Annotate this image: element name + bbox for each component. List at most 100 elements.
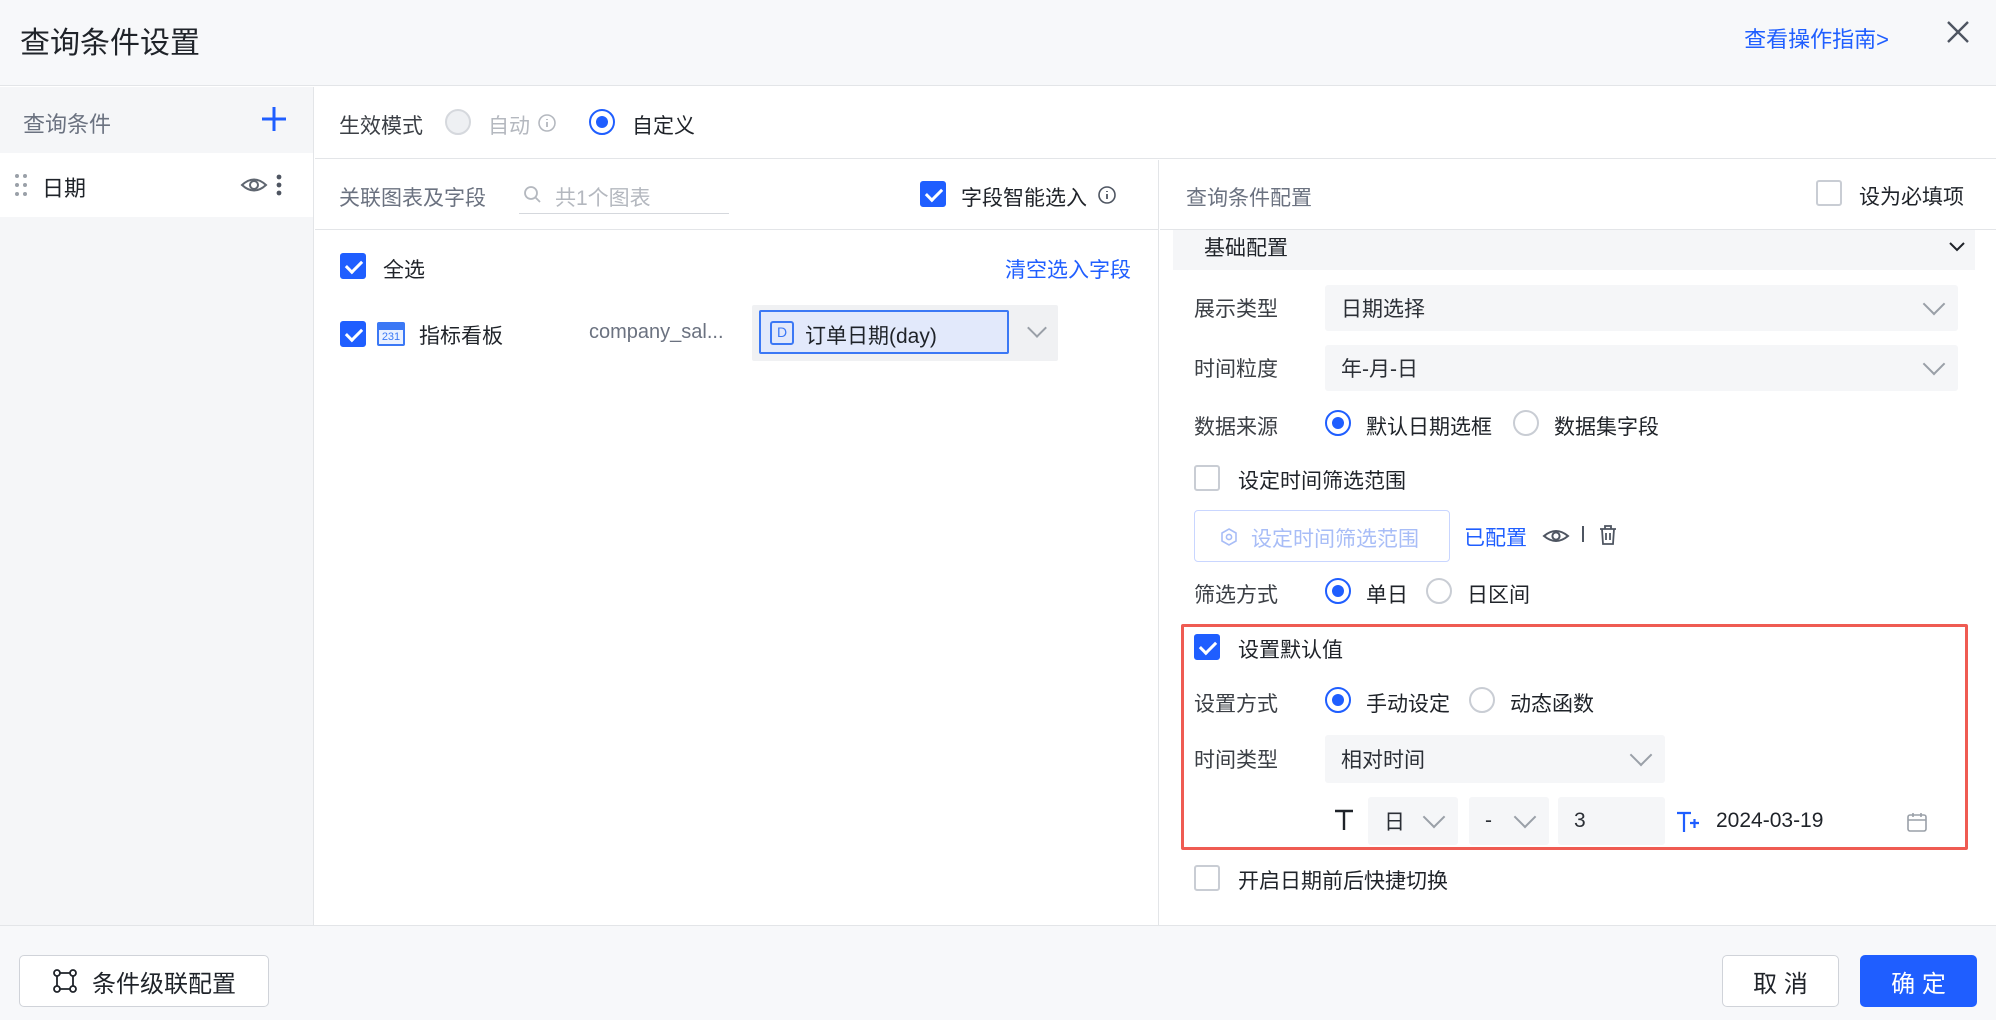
smart-select-checkbox[interactable] xyxy=(920,181,946,207)
close-icon[interactable] xyxy=(1940,14,1976,50)
data-source-label: 数据来源 xyxy=(1194,416,1278,439)
filter-date-range-label: 日区间 xyxy=(1467,584,1530,607)
configured-link[interactable]: 已配置 xyxy=(1464,522,1527,552)
set-mode-dynamic-radio[interactable] xyxy=(1469,687,1495,713)
quick-switch-label: 开启日期前后快捷切换 xyxy=(1238,870,1448,893)
source-dataset-label: 数据集字段 xyxy=(1554,416,1659,439)
filter-single-day-label: 单日 xyxy=(1366,584,1408,607)
linked-charts-heading: 关联图表及字段 xyxy=(339,187,486,210)
select-all-checkbox[interactable] xyxy=(340,253,366,279)
set-time-range-button[interactable]: 设定时间筛选范围 xyxy=(1194,510,1450,562)
drag-handle-icon[interactable] xyxy=(14,172,28,198)
selected-field-tag[interactable]: D 订单日期(day) xyxy=(759,310,1009,354)
eye-icon[interactable] xyxy=(240,173,268,197)
chart-search-input[interactable]: 共1个图表 xyxy=(519,174,729,214)
cascade-config-button[interactable]: 条件级联配置 xyxy=(19,955,269,1007)
basic-config-section[interactable]: 基础配置 xyxy=(1173,230,1975,270)
add-condition-icon[interactable] xyxy=(258,103,290,135)
chevron-down-icon[interactable] xyxy=(1948,240,1966,254)
default-value-checkbox[interactable] xyxy=(1194,634,1220,660)
display-type-label: 展示类型 xyxy=(1194,298,1278,321)
field-select[interactable]: D 订单日期(day) xyxy=(752,305,1058,361)
set-mode-manual-label: 手动设定 xyxy=(1366,693,1450,716)
dataset-name: company_sal... xyxy=(589,321,724,343)
linked-charts-header: 关联图表及字段 共1个图表 字段智能选入 xyxy=(315,160,1158,230)
smart-select-label: 字段智能选入 xyxy=(961,187,1087,210)
chart-name: 指标看板 xyxy=(419,325,503,348)
offset-value-input[interactable]: 3 xyxy=(1558,797,1665,845)
cancel-button[interactable]: 取 消 xyxy=(1722,955,1839,1007)
filter-method-label: 筛选方式 xyxy=(1194,584,1278,607)
condition-config-heading: 查询条件配置 xyxy=(1186,187,1312,210)
chevron-down-icon xyxy=(1422,805,1446,829)
filter-single-day-radio[interactable] xyxy=(1325,578,1351,604)
mode-auto-label: 自动 xyxy=(488,115,530,138)
date-field-icon: D xyxy=(770,321,794,345)
display-type-select[interactable]: 日期选择 xyxy=(1325,285,1958,331)
time-range-checkbox[interactable] xyxy=(1194,465,1220,491)
granularity-label: 时间粒度 xyxy=(1194,358,1278,381)
set-mode-manual-radio[interactable] xyxy=(1325,687,1351,713)
source-dataset-radio[interactable] xyxy=(1513,410,1539,436)
chevron-down-icon xyxy=(1922,352,1946,376)
time-range-label: 设定时间筛选范围 xyxy=(1238,470,1406,493)
required-label: 设为必填项 xyxy=(1859,186,1964,209)
source-default-radio[interactable] xyxy=(1325,410,1351,436)
time-type-select[interactable]: 相对时间 xyxy=(1325,735,1665,783)
linked-charts-panel: 关联图表及字段 共1个图表 字段智能选入 全选 清空选入字段 231 指标看板 … xyxy=(315,160,1159,925)
chevron-down-icon xyxy=(1629,743,1653,767)
default-value-label: 设置默认值 xyxy=(1238,639,1343,662)
calendar-chart-icon: 231 xyxy=(377,322,405,346)
condition-sidebar: 查询条件 日期 xyxy=(0,87,314,925)
effective-mode-label: 生效模式 xyxy=(339,115,423,138)
resolved-date-value: 2024-03-19 xyxy=(1716,809,1824,832)
set-time-range-label: 设定时间筛选范围 xyxy=(1251,528,1419,551)
time-unit-select[interactable]: 日 xyxy=(1368,797,1458,845)
chevron-down-icon xyxy=(1513,805,1537,829)
more-options-icon[interactable] xyxy=(272,171,286,199)
chevron-down-icon xyxy=(1922,292,1946,316)
calendar-icon[interactable] xyxy=(1906,811,1928,833)
conditions-heading: 查询条件 xyxy=(23,112,112,137)
cascade-config-label: 条件级联配置 xyxy=(92,970,236,998)
quick-switch-checkbox[interactable] xyxy=(1194,865,1220,891)
offset-operator-select[interactable]: - xyxy=(1469,797,1549,845)
set-mode-dynamic-label: 动态函数 xyxy=(1510,693,1594,716)
condition-item-label: 日期 xyxy=(42,176,87,201)
time-type-label: 时间类型 xyxy=(1194,749,1278,772)
dialog-header: 查询条件设置 查看操作指南> xyxy=(0,0,1996,86)
filter-date-range-radio[interactable] xyxy=(1426,578,1452,604)
condition-item-date[interactable]: 日期 xyxy=(0,153,313,217)
eye-icon[interactable] xyxy=(1542,525,1570,547)
confirm-button[interactable]: 确 定 xyxy=(1860,955,1977,1007)
effective-mode-bar: 生效模式 自动 自定义 xyxy=(315,87,1996,159)
info-icon[interactable] xyxy=(537,113,557,133)
dialog-title: 查询条件设置 xyxy=(20,27,200,60)
search-icon xyxy=(524,186,541,203)
granularity-select[interactable]: 年-月-日 xyxy=(1325,345,1958,391)
mode-auto-radio[interactable] xyxy=(445,109,471,135)
required-checkbox[interactable] xyxy=(1816,180,1842,206)
delete-icon[interactable] xyxy=(1598,524,1618,546)
chart-row-checkbox[interactable] xyxy=(340,321,366,347)
dialog-footer: 条件级联配置 取 消 确 定 xyxy=(0,925,1996,1020)
text-format-icon xyxy=(1677,811,1699,832)
section-title: 基础配置 xyxy=(1204,237,1288,260)
select-all-label: 全选 xyxy=(383,259,425,282)
text-type-icon xyxy=(1335,809,1353,830)
cascade-icon xyxy=(53,969,77,993)
condition-config-panel: 查询条件配置 设为必填项 基础配置 展示类型 日期选择 时间粒度 年-月-日 数… xyxy=(1160,160,1996,925)
clear-fields-link[interactable]: 清空选入字段 xyxy=(1005,254,1131,284)
chevron-down-icon[interactable] xyxy=(1027,318,1047,338)
selected-field-name: 订单日期(day) xyxy=(805,325,937,348)
chart-row: 231 指标看板 company_sal... D 订单日期(day) xyxy=(315,300,1158,364)
condition-config-header: 查询条件配置 设为必填项 xyxy=(1160,160,1996,230)
mode-custom-label: 自定义 xyxy=(632,115,695,138)
mode-custom-radio[interactable] xyxy=(589,109,615,135)
set-mode-label: 设置方式 xyxy=(1194,693,1278,716)
source-default-label: 默认日期选框 xyxy=(1366,416,1492,439)
operation-guide-link[interactable]: 查看操作指南> xyxy=(1744,22,1889,54)
divider xyxy=(1582,526,1584,542)
info-icon[interactable] xyxy=(1097,185,1117,205)
range-setting-icon xyxy=(1221,528,1237,546)
